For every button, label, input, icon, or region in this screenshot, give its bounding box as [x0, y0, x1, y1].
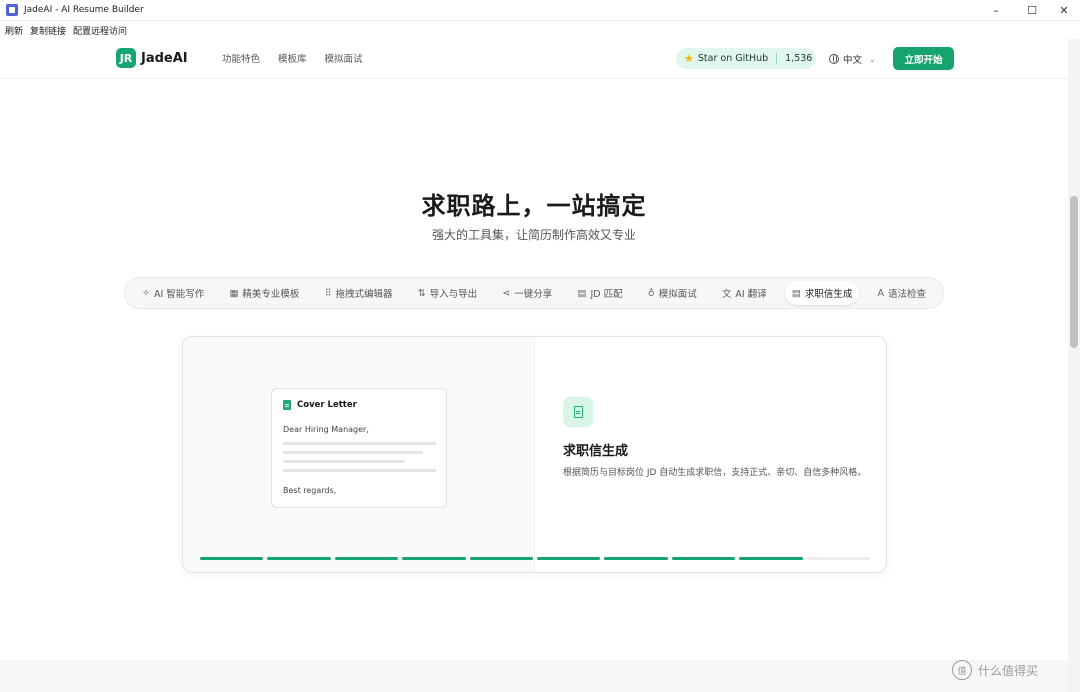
feature-progress: [200, 557, 871, 560]
tab-icon: 文: [721, 289, 732, 300]
window-title: JadeAI - AI Resume Builder: [24, 5, 144, 15]
progress-segment[interactable]: [604, 557, 668, 560]
tab-icon: A: [877, 287, 884, 299]
github-star-button[interactable]: ★ Star on GitHub 1,536: [676, 48, 816, 69]
tab-6[interactable]: ♁ 模拟面试: [641, 281, 704, 305]
minimize-button[interactable]: –: [978, 0, 1014, 21]
logo-icon: JR: [116, 48, 136, 68]
tab-label: 语法检查: [887, 289, 926, 300]
placeholder-line: [283, 460, 405, 463]
next-section: [0, 660, 1068, 692]
cover-letter-closing: Best regards,: [283, 486, 337, 495]
nav-link-features[interactable]: 功能特色: [222, 51, 260, 65]
nav-link-templates[interactable]: 模板库: [278, 51, 307, 65]
app-icon: [6, 4, 18, 16]
tab-label: JD 匹配: [590, 289, 623, 300]
menu-copy-link[interactable]: 复制链接: [30, 24, 66, 37]
tab-label: 精美专业模板: [242, 289, 300, 300]
feature-description: 根据简历与目标岗位 JD 自动生成求职信，支持正式、亲切、自信多种风格。: [563, 468, 867, 478]
tab-label: 导入与导出: [429, 289, 478, 300]
feature-card: Cover Letter Dear Hiring Manager, Best r…: [182, 336, 887, 573]
tab-label: 拖拽式编辑器: [335, 289, 393, 300]
tab-icon: ⠿: [324, 287, 332, 299]
watermark: 值 什么值得买: [952, 660, 1038, 680]
star-icon: ★: [684, 52, 694, 65]
file-icon: [283, 400, 291, 410]
tab-8[interactable]: ▤ 求职信生成: [784, 281, 860, 305]
language-label: 中文: [843, 55, 863, 66]
nav-links: 功能特色 模板库 模拟面试: [222, 51, 363, 65]
cover-letter-greeting: Dear Hiring Manager,: [283, 425, 369, 434]
window-titlebar: JadeAI - AI Resume Builder – ☐ ✕: [0, 0, 1080, 21]
placeholder-line: [283, 451, 423, 454]
placeholder-line: [283, 469, 436, 472]
logo-text: JadeAI: [141, 50, 188, 66]
placeholder-line: [283, 442, 436, 445]
get-started-button[interactable]: 立即开始: [893, 47, 954, 70]
language-selector[interactable]: 中文 ⌄: [829, 52, 876, 66]
file-text-icon: [563, 397, 593, 427]
maximize-button[interactable]: ☐: [1014, 0, 1050, 21]
tab-label: AI 智能写作: [153, 289, 205, 300]
divider: [776, 53, 778, 64]
tab-1[interactable]: ▦ 精美专业模板: [222, 281, 306, 305]
section-title: 求职路上，一站搞定: [421, 192, 647, 220]
progress-segment[interactable]: [537, 557, 601, 560]
tab-label: 一键分享: [514, 289, 553, 300]
close-button[interactable]: ✕: [1046, 0, 1080, 21]
cover-letter-preview: Cover Letter Dear Hiring Manager, Best r…: [271, 388, 447, 508]
tab-icon: ▦: [229, 287, 239, 299]
tab-label: 模拟面试: [658, 289, 697, 300]
site-nav: JR JadeAI 功能特色 模板库 模拟面试 ★ Star on GitHub…: [0, 39, 1068, 79]
chevron-down-icon: ⌄: [869, 54, 876, 64]
watermark-logo-icon: 值: [952, 660, 972, 680]
github-star-label: Star on GitHub: [697, 53, 769, 64]
menu-remote-access[interactable]: 配置远程访问: [73, 24, 127, 37]
tab-3[interactable]: ⇅ 导入与导出: [411, 281, 484, 305]
nav-link-interview[interactable]: 模拟面试: [325, 51, 363, 65]
feature-tabs: ✧ AI 智能写作 ▦ 精美专业模板 ⠿ 拖拽式编辑器 ⇅ 导入与导出 ⋖ 一键分享 ▤ JD 匹配 ♁…: [124, 277, 944, 309]
tab-icon: ✧: [142, 287, 150, 299]
progress-segment[interactable]: [200, 557, 264, 560]
cover-letter-header: Cover Letter: [283, 400, 357, 410]
tab-7[interactable]: 文 AI 翻译: [715, 281, 774, 305]
tab-icon: ⇅: [417, 287, 426, 299]
logo[interactable]: JR JadeAI: [116, 48, 188, 68]
progress-segment[interactable]: [267, 557, 331, 560]
tab-4[interactable]: ⋖ 一键分享: [495, 281, 559, 305]
progress-segment[interactable]: [402, 557, 466, 560]
progress-segment[interactable]: [469, 557, 534, 560]
tab-icon: ♁: [647, 287, 655, 299]
menu-refresh[interactable]: 刷新: [5, 24, 23, 37]
tab-0[interactable]: ✧ AI 智能写作: [135, 281, 211, 305]
feature-title: 求职信生成: [563, 444, 629, 459]
tab-2[interactable]: ⠿ 拖拽式编辑器: [318, 281, 400, 305]
tab-9[interactable]: A 语法检查: [870, 281, 933, 305]
tab-label: AI 翻译: [735, 289, 767, 300]
progress-segment[interactable]: [671, 557, 736, 560]
menubar: 刷新 复制链接 配置远程访问: [0, 21, 1080, 39]
progress-segment[interactable]: [806, 557, 871, 560]
watermark-text: 什么值得买: [978, 663, 1039, 678]
tab-label: 求职信生成: [804, 289, 853, 300]
tab-5[interactable]: ▤ JD 匹配: [570, 281, 629, 305]
globe-icon: [829, 54, 839, 64]
feature-preview: Cover Letter Dear Hiring Manager, Best r…: [183, 337, 535, 572]
tab-icon: ▤: [791, 287, 801, 299]
section-subtitle: 强大的工具集，让简历制作高效又专业: [431, 228, 636, 242]
tab-icon: ⋖: [502, 287, 511, 299]
cover-letter-title: Cover Letter: [297, 400, 357, 410]
progress-segment[interactable]: [739, 557, 803, 560]
scrollbar-thumb[interactable]: [1070, 196, 1078, 348]
tab-icon: ▤: [577, 287, 587, 299]
scrollbar-track[interactable]: [1068, 39, 1080, 692]
progress-segment[interactable]: [334, 557, 399, 560]
github-star-count: 1,536: [785, 53, 813, 64]
